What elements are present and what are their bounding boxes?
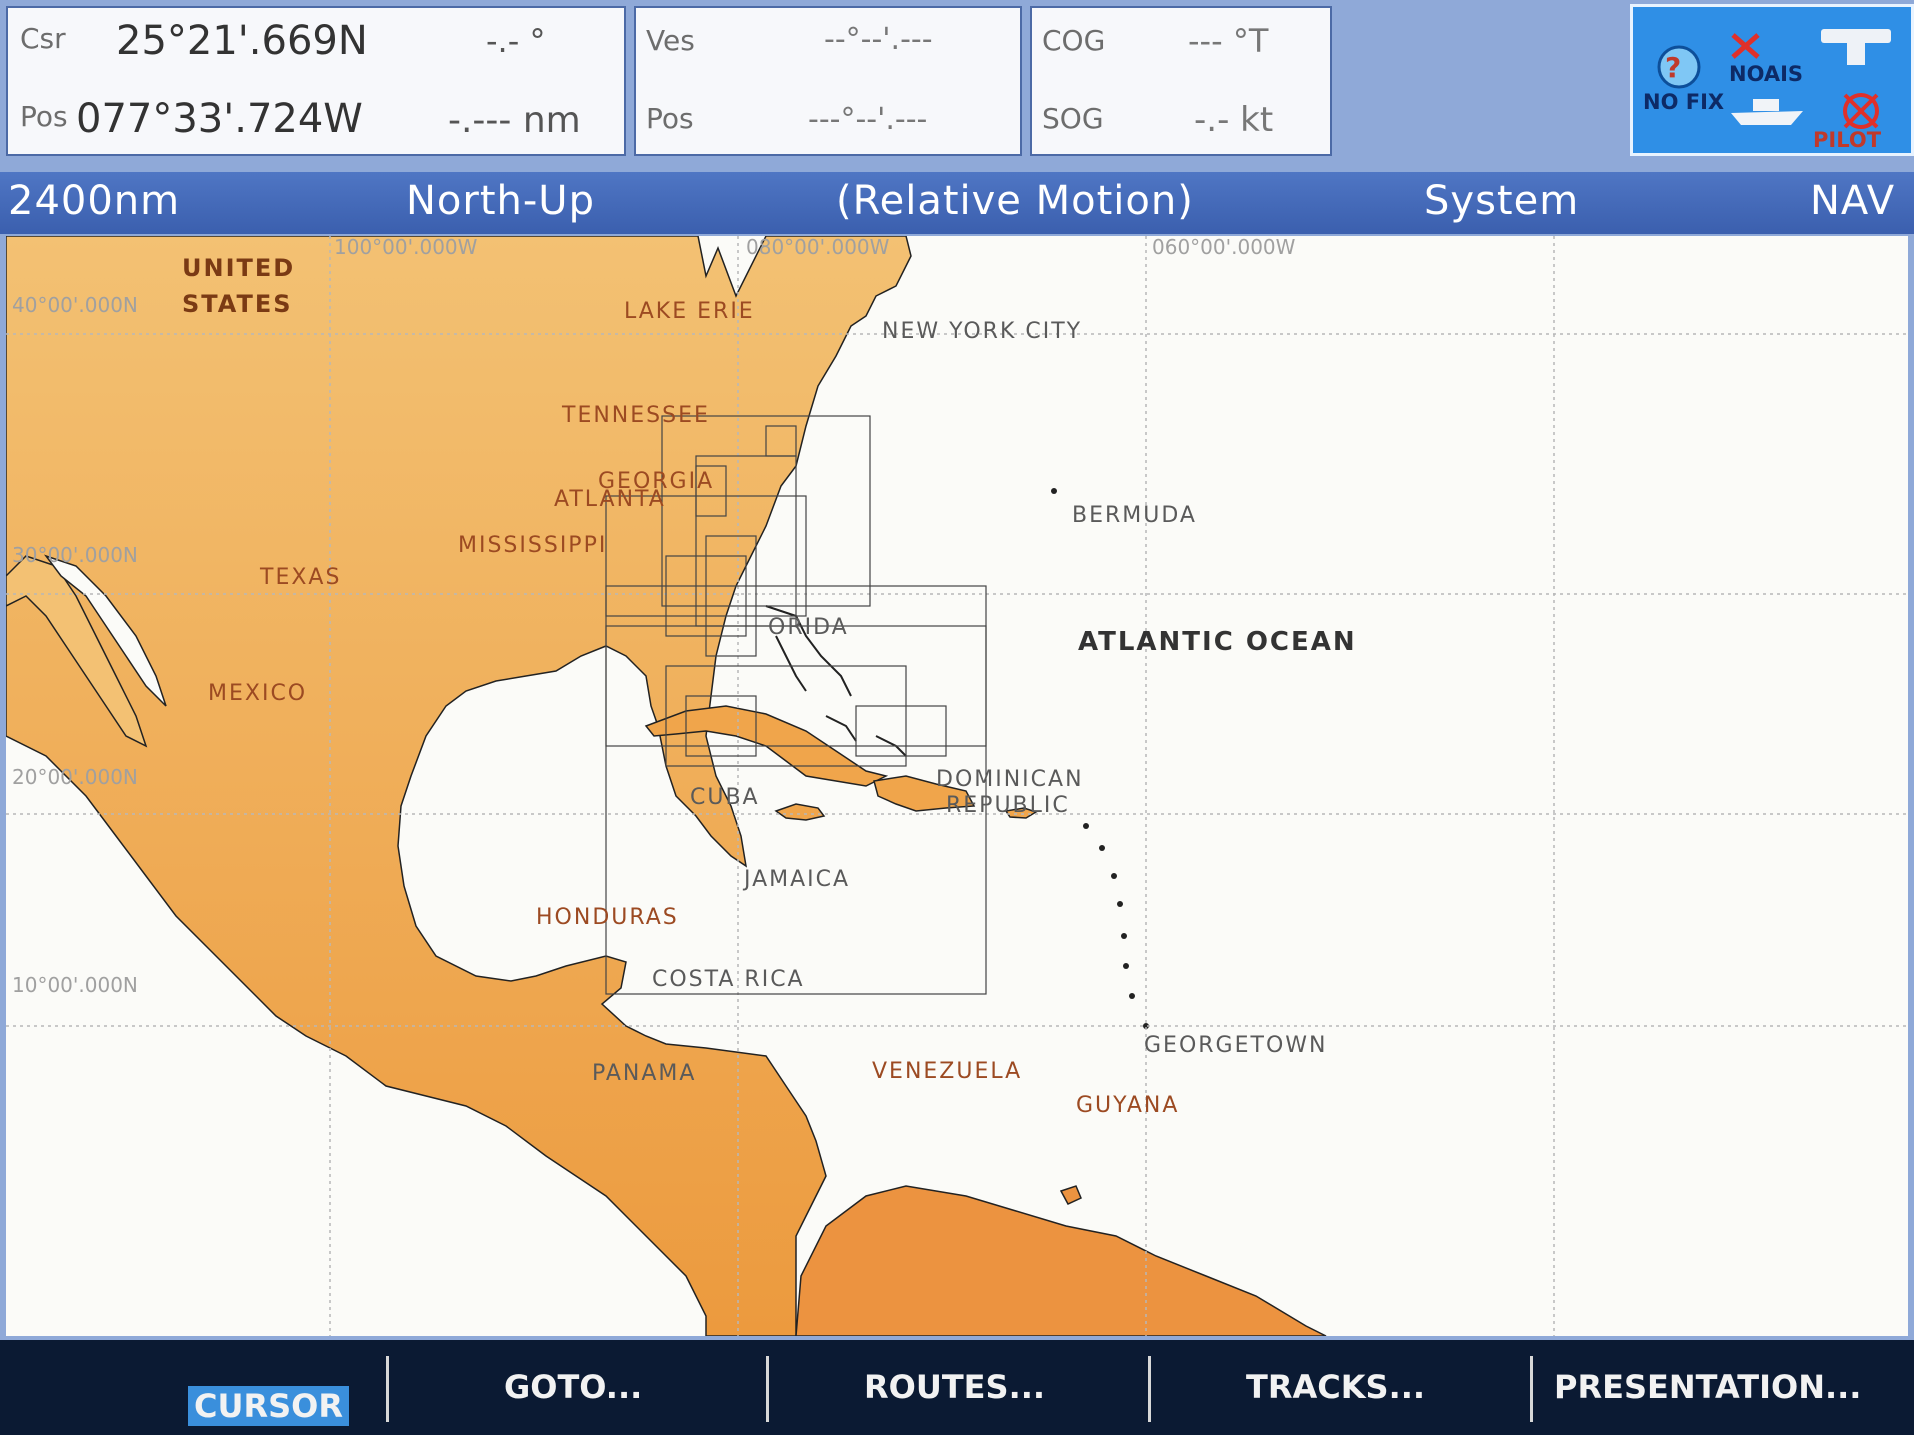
cursor-longitude: 077°33'.724W — [76, 96, 363, 142]
vessel-longitude: ---°--'.--- — [808, 102, 928, 137]
label-cuba: CUBA — [690, 785, 760, 810]
label-costa-rica: COSTA RICA — [652, 967, 805, 992]
label-bermuda: BERMUDA — [1072, 503, 1197, 528]
cog-value: --- °T — [1188, 22, 1269, 60]
csr-label: Csr — [20, 22, 66, 55]
softkey-separator — [1530, 1356, 1533, 1422]
course-speed-panel: COG --- °T SOG -.- kt — [1030, 6, 1332, 156]
label-florida: ORIDA — [768, 615, 849, 640]
no-ais-icon — [1731, 33, 1760, 59]
system-mode[interactable]: System — [1424, 178, 1579, 224]
gps-no-fix-icon: ? — [1657, 45, 1701, 89]
label-honduras: HONDURAS — [536, 905, 679, 930]
chart-canvas[interactable]: 100°00'.000W 080°00'.000W 060°00'.000W 4… — [6, 236, 1908, 1336]
routes-softkey[interactable]: ROUTES... — [864, 1368, 1045, 1416]
chart-map[interactable]: 100°00'.000W 080°00'.000W 060°00'.000W 4… — [6, 236, 1908, 1336]
status-icons: ? NO FIX NOAIS PILOT — [1643, 29, 1891, 152]
label-venezuela: VENEZUELA — [872, 1059, 1022, 1084]
label-atlanta: ATLANTA — [554, 487, 666, 512]
cog-label: COG — [1042, 24, 1106, 57]
ves-label: Ves — [646, 24, 695, 57]
sog-value: -.- kt — [1194, 100, 1274, 140]
grid-lat-10n: 10°00'.000N — [12, 973, 138, 997]
chartplotter-screen: Csr 25°21'.669N -.- ° Pos 077°33'.724W -… — [0, 0, 1914, 1435]
chart-scale[interactable]: 2400nm — [8, 178, 180, 224]
vessel-icon — [1731, 99, 1803, 125]
label-texas: TEXAS — [259, 565, 341, 590]
grid-lon-060w: 060°00'.000W — [1152, 236, 1296, 259]
nav-mode[interactable]: NAV — [1810, 178, 1895, 224]
label-mexico: MEXICO — [208, 681, 307, 706]
label-georgetown: GEORGETOWN — [1144, 1033, 1327, 1058]
softkey-separator — [766, 1356, 769, 1422]
softkey-separator — [1148, 1356, 1151, 1422]
motion-mode[interactable]: (Relative Motion) — [836, 178, 1194, 224]
svg-text:?: ? — [1665, 51, 1681, 84]
pos-label: Pos — [20, 100, 68, 133]
softkey-bar: CURSOR GOTO... ROUTES... TRACKS... PRESE… — [0, 1340, 1914, 1435]
cursor-range: -.--- nm — [448, 100, 581, 141]
sog-label: SOG — [1042, 102, 1104, 135]
pilot-label: PILOT — [1813, 128, 1882, 152]
softkey-separator — [386, 1356, 389, 1422]
label-new-york-city: NEW YORK CITY — [882, 319, 1082, 344]
radar-antenna-icon — [1821, 29, 1891, 65]
chart-status-bar: 2400nm North-Up (Relative Motion) System… — [0, 172, 1914, 234]
cursor-bearing: -.- ° — [486, 22, 546, 60]
label-republic: REPUBLIC — [946, 793, 1070, 818]
label-dominican: DOMINICAN — [936, 767, 1084, 792]
label-mississippi: MISSISSIPPI — [458, 533, 607, 558]
no-ais-label: NOAIS — [1729, 62, 1803, 86]
chart-orientation[interactable]: North-Up — [406, 178, 595, 224]
label-atlantic-ocean: ATLANTIC OCEAN — [1078, 627, 1357, 657]
grid-lat-30n: 30°00'.000N — [12, 543, 138, 567]
grid-lat-20n: 20°00'.000N — [12, 765, 138, 789]
vessel-latitude: --°--'.--- — [824, 22, 933, 57]
vessel-position-panel: Ves --°--'.--- Pos ---°--'.--- — [634, 6, 1022, 156]
label-guyana: GUYANA — [1076, 1093, 1179, 1118]
cursor-latitude: 25°21'.669N — [116, 18, 368, 64]
label-states: STATES — [182, 290, 293, 318]
tracks-softkey[interactable]: TRACKS... — [1246, 1368, 1425, 1416]
label-jamaica: JAMAICA — [742, 867, 850, 892]
status-indicator-panel: ? NO FIX NOAIS PILOT — [1630, 4, 1914, 156]
no-fix-label: NO FIX — [1643, 90, 1724, 114]
label-united: UNITED — [182, 254, 295, 282]
goto-softkey[interactable]: GOTO... — [504, 1368, 642, 1416]
label-lake-erie: LAKE ERIE — [624, 299, 755, 324]
label-panama: PANAMA — [592, 1061, 696, 1086]
cursor-softkey[interactable]: CURSOR — [188, 1386, 349, 1426]
autopilot-off-icon — [1843, 93, 1879, 129]
grid-lon-100w: 100°00'.000W — [334, 236, 478, 259]
presentation-softkey[interactable]: PRESENTATION... — [1554, 1368, 1861, 1416]
grid-lat-40n: 40°00'.000N — [12, 293, 138, 317]
label-tennessee: TENNESSEE — [561, 403, 710, 428]
grid-lon-080w: 080°00'.000W — [746, 236, 890, 259]
cursor-position-panel: Csr 25°21'.669N -.- ° Pos 077°33'.724W -… — [6, 6, 626, 156]
ves-pos-label: Pos — [646, 102, 694, 135]
